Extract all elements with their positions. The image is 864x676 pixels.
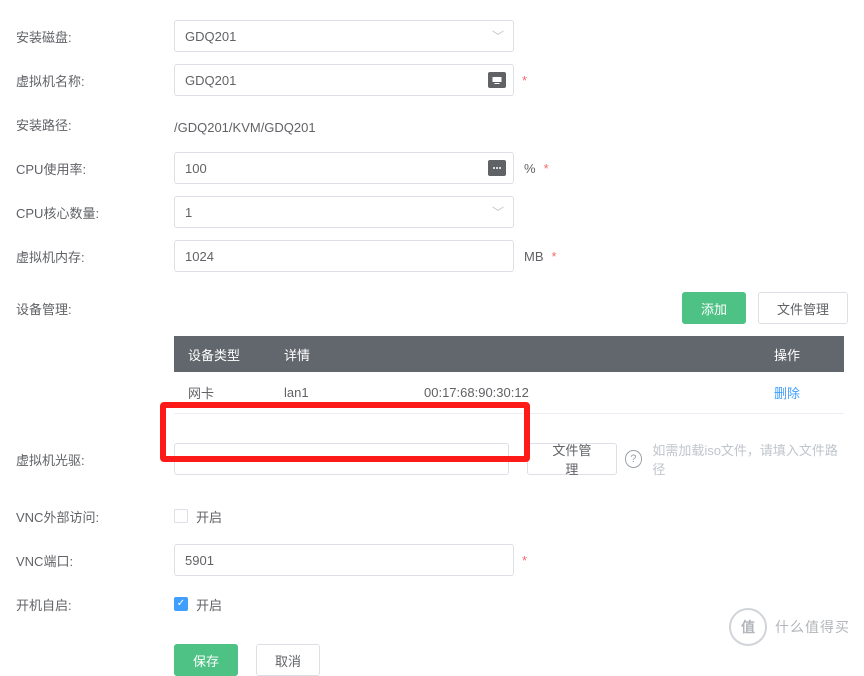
required-star: * xyxy=(522,73,527,88)
label-vm-memory: 虚拟机内存: xyxy=(16,247,174,266)
install-path-text: /GDQ201/KVM/GDQ201 xyxy=(174,114,316,135)
add-device-button[interactable]: 添加 xyxy=(682,292,746,324)
install-disk-select[interactable] xyxy=(174,20,514,52)
file-mgmt-button[interactable]: 文件管理 xyxy=(758,292,848,324)
th-detail: 详情 xyxy=(284,345,424,364)
required-star: * xyxy=(544,161,549,176)
unit-percent: % xyxy=(524,161,536,176)
required-star: * xyxy=(522,553,527,568)
device-table: 设备类型 详情 操作 网卡 lan1 00:17:68:90:30:12 删除 xyxy=(174,336,844,414)
label-device-mgmt: 设备管理: xyxy=(16,299,174,318)
vm-name-input[interactable] xyxy=(174,64,514,96)
help-icon[interactable]: ? xyxy=(625,450,643,468)
table-header: 设备类型 详情 操作 xyxy=(174,336,844,372)
form-actions: 保存 取消 xyxy=(174,644,848,676)
more-icon xyxy=(488,160,506,176)
vnc-external-checkbox[interactable] xyxy=(174,509,188,523)
row-boot-auto: 开机自启: 开启 xyxy=(16,588,848,620)
cpu-cores-select[interactable] xyxy=(174,196,514,228)
row-vnc-port: VNC端口: * xyxy=(16,544,848,576)
label-install-disk: 安装磁盘: xyxy=(16,27,174,46)
iso-hint: 如需加载iso文件，请填入文件路径 xyxy=(652,440,848,478)
boot-auto-cb-label: 开启 xyxy=(196,595,222,614)
required-star: * xyxy=(552,249,557,264)
td-type: 网卡 xyxy=(174,383,284,402)
keyboard-icon xyxy=(488,72,506,88)
td-detail: lan1 xyxy=(284,385,424,400)
vnc-external-cb-label: 开启 xyxy=(196,507,222,526)
cpu-usage-input[interactable] xyxy=(174,152,514,184)
watermark: 值 什么值得买 xyxy=(729,608,850,646)
cancel-button[interactable]: 取消 xyxy=(256,644,320,676)
label-install-path: 安装路径: xyxy=(16,115,174,134)
td-mac: 00:17:68:90:30:12 xyxy=(424,385,774,400)
unit-mb: MB xyxy=(524,249,544,264)
row-install-path: 安装路径: /GDQ201/KVM/GDQ201 xyxy=(16,108,848,140)
label-vm-cdrom: 虚拟机光驱: xyxy=(16,450,174,469)
row-cpu-usage: CPU使用率: % * xyxy=(16,152,848,184)
row-cpu-cores: CPU核心数量: ﹀ xyxy=(16,196,848,228)
boot-auto-checkbox[interactable] xyxy=(174,597,188,611)
label-vm-name: 虚拟机名称: xyxy=(16,71,174,90)
label-vnc-external: VNC外部访问: xyxy=(16,507,174,526)
save-button[interactable]: 保存 xyxy=(174,644,238,676)
row-install-disk: 安装磁盘: ﹀ xyxy=(16,20,848,52)
label-vnc-port: VNC端口: xyxy=(16,551,174,570)
th-type: 设备类型 xyxy=(174,345,284,364)
row-vm-cdrom: 虚拟机光驱: 文件管理 ? 如需加载iso文件，请填入文件路径 xyxy=(16,440,848,478)
watermark-text: 什么值得买 xyxy=(775,617,850,637)
row-vm-name: 虚拟机名称: * xyxy=(16,64,848,96)
th-action: 操作 xyxy=(774,345,844,364)
vm-memory-input[interactable] xyxy=(174,240,514,272)
label-boot-auto: 开机自启: xyxy=(16,595,174,614)
label-cpu-cores: CPU核心数量: xyxy=(16,203,174,222)
table-row: 网卡 lan1 00:17:68:90:30:12 删除 xyxy=(174,372,844,414)
label-cpu-usage: CPU使用率: xyxy=(16,159,174,178)
row-vnc-external: VNC外部访问: 开启 xyxy=(16,500,848,532)
delete-link[interactable]: 删除 xyxy=(774,383,844,402)
watermark-badge-icon: 值 xyxy=(729,608,767,646)
row-device-mgmt: 设备管理: 添加 文件管理 xyxy=(16,292,848,324)
vnc-port-input[interactable] xyxy=(174,544,514,576)
vm-config-form: 安装磁盘: ﹀ 虚拟机名称: * 安装路径: /GDQ201/KVM/GDQ20… xyxy=(0,0,864,676)
cdrom-file-mgmt-button[interactable]: 文件管理 xyxy=(527,443,616,475)
row-vm-memory: 虚拟机内存: MB * xyxy=(16,240,848,272)
vm-cdrom-input[interactable] xyxy=(174,443,509,475)
